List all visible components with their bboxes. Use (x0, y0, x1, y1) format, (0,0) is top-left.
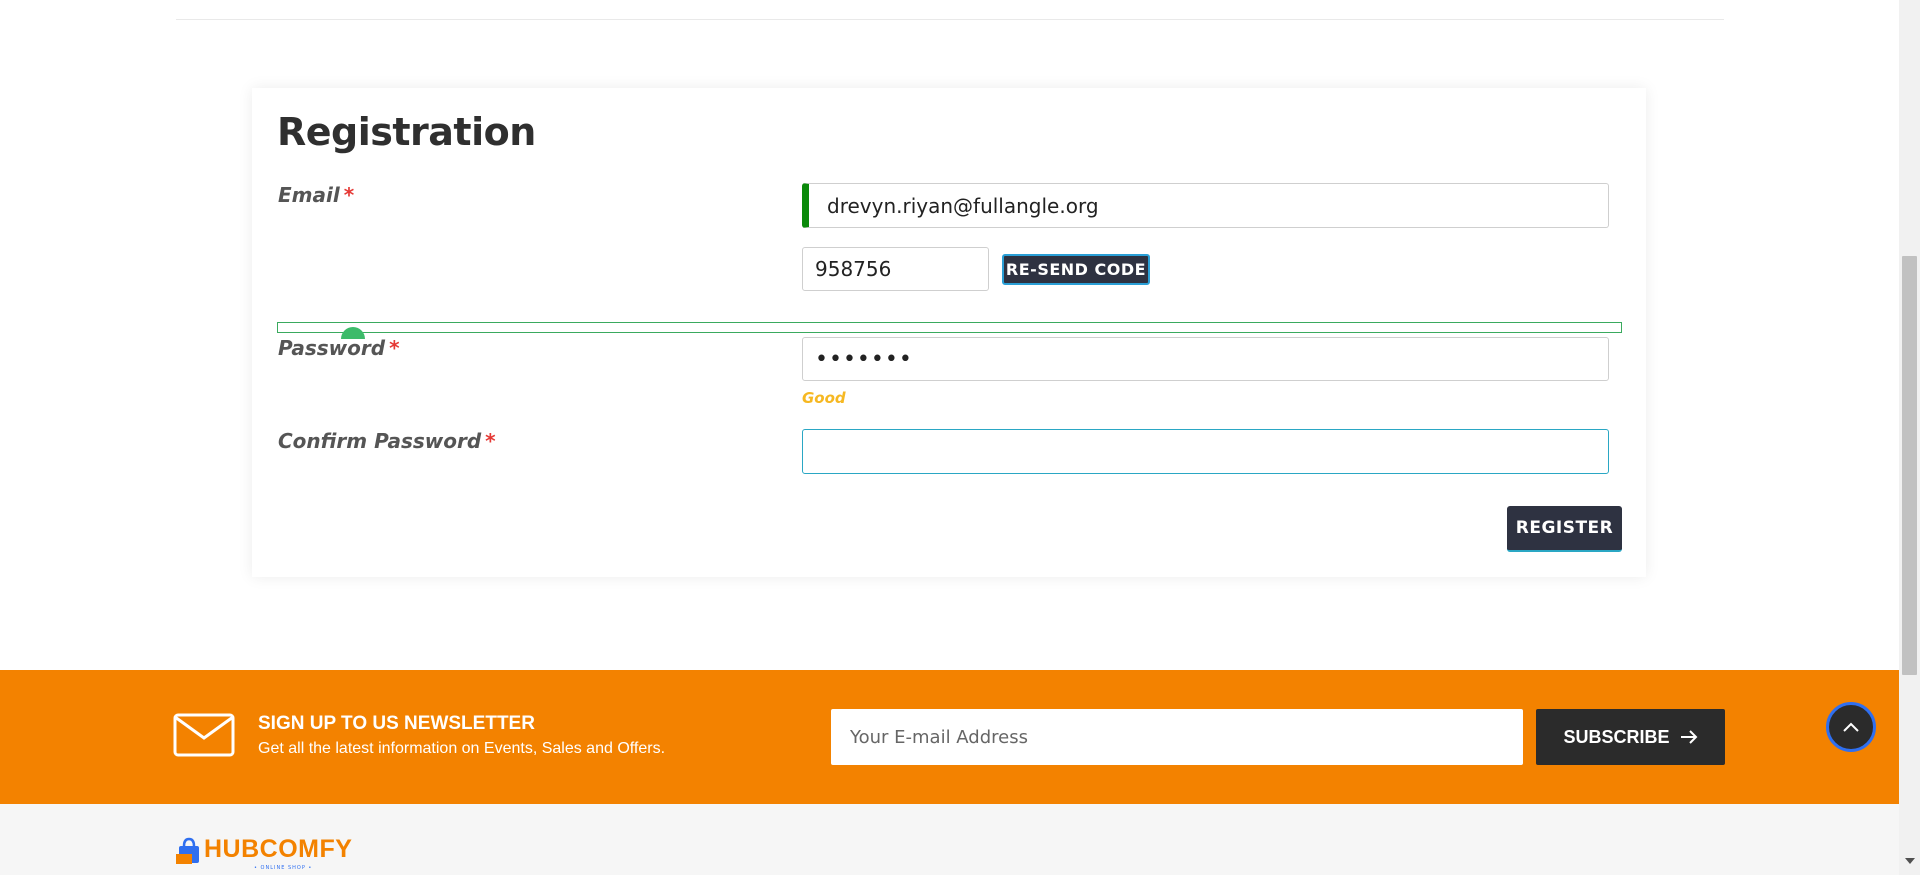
scroll-to-top-button[interactable] (1826, 702, 1876, 752)
newsletter-subtitle: Get all the latest information on Events… (258, 740, 666, 757)
confirm-password-label: Confirm Password * (278, 429, 496, 453)
resend-code-button[interactable]: RE-SEND CODE (1002, 254, 1150, 285)
chevron-up-icon (1843, 722, 1859, 732)
top-divider (176, 19, 1724, 20)
password-field-value: ••••••• (815, 346, 913, 372)
logo-subtext: • ONLINE SHOP • (254, 865, 313, 871)
scroll-down-arrow-icon[interactable] (1905, 858, 1915, 864)
password-strength-bar (277, 322, 1622, 333)
scrollbar-thumb[interactable] (1902, 256, 1917, 675)
page-title: Registration (277, 110, 536, 154)
required-mark: * (343, 183, 355, 207)
subscribe-button[interactable]: SUBSCRIBE (1536, 709, 1725, 765)
confirm-password-field[interactable] (802, 429, 1609, 474)
email-label: Email * (278, 183, 355, 207)
email-field-value: drevyn.riyan@fullangle.org (827, 193, 1099, 218)
password-label: Password * (278, 336, 400, 360)
password-strength-text: Good (802, 389, 846, 407)
verification-code-value: 958756 (815, 257, 892, 281)
arrow-right-icon (1680, 730, 1697, 744)
password-field[interactable]: ••••••• (802, 337, 1609, 381)
mail-icon (173, 713, 235, 757)
newsletter-title: SIGN UP TO US NEWSLETTER (258, 713, 535, 734)
newsletter-email-placeholder: Your E-mail Address (850, 726, 1028, 748)
newsletter-email-input[interactable]: Your E-mail Address (831, 709, 1523, 765)
site-logo[interactable]: HUBCOMFY (176, 837, 352, 865)
required-mark: * (389, 336, 400, 360)
subscribe-label: SUBSCRIBE (1563, 726, 1670, 747)
register-button[interactable]: REGISTER (1507, 506, 1622, 552)
verification-code-field[interactable]: 958756 (802, 247, 989, 291)
email-field[interactable]: drevyn.riyan@fullangle.org (802, 183, 1609, 228)
required-mark: * (485, 429, 496, 453)
shopping-bag-icon (176, 837, 199, 864)
logo-text: HUBCOMFY (204, 835, 353, 863)
